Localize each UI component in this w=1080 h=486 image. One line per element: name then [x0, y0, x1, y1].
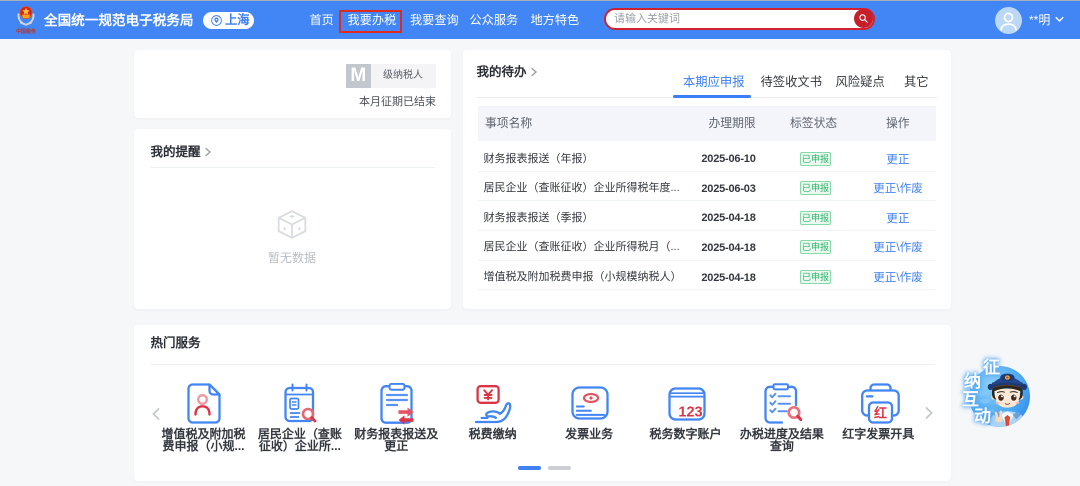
svg-text:红: 红 [874, 406, 887, 421]
svg-text:123: 123 [678, 405, 702, 421]
